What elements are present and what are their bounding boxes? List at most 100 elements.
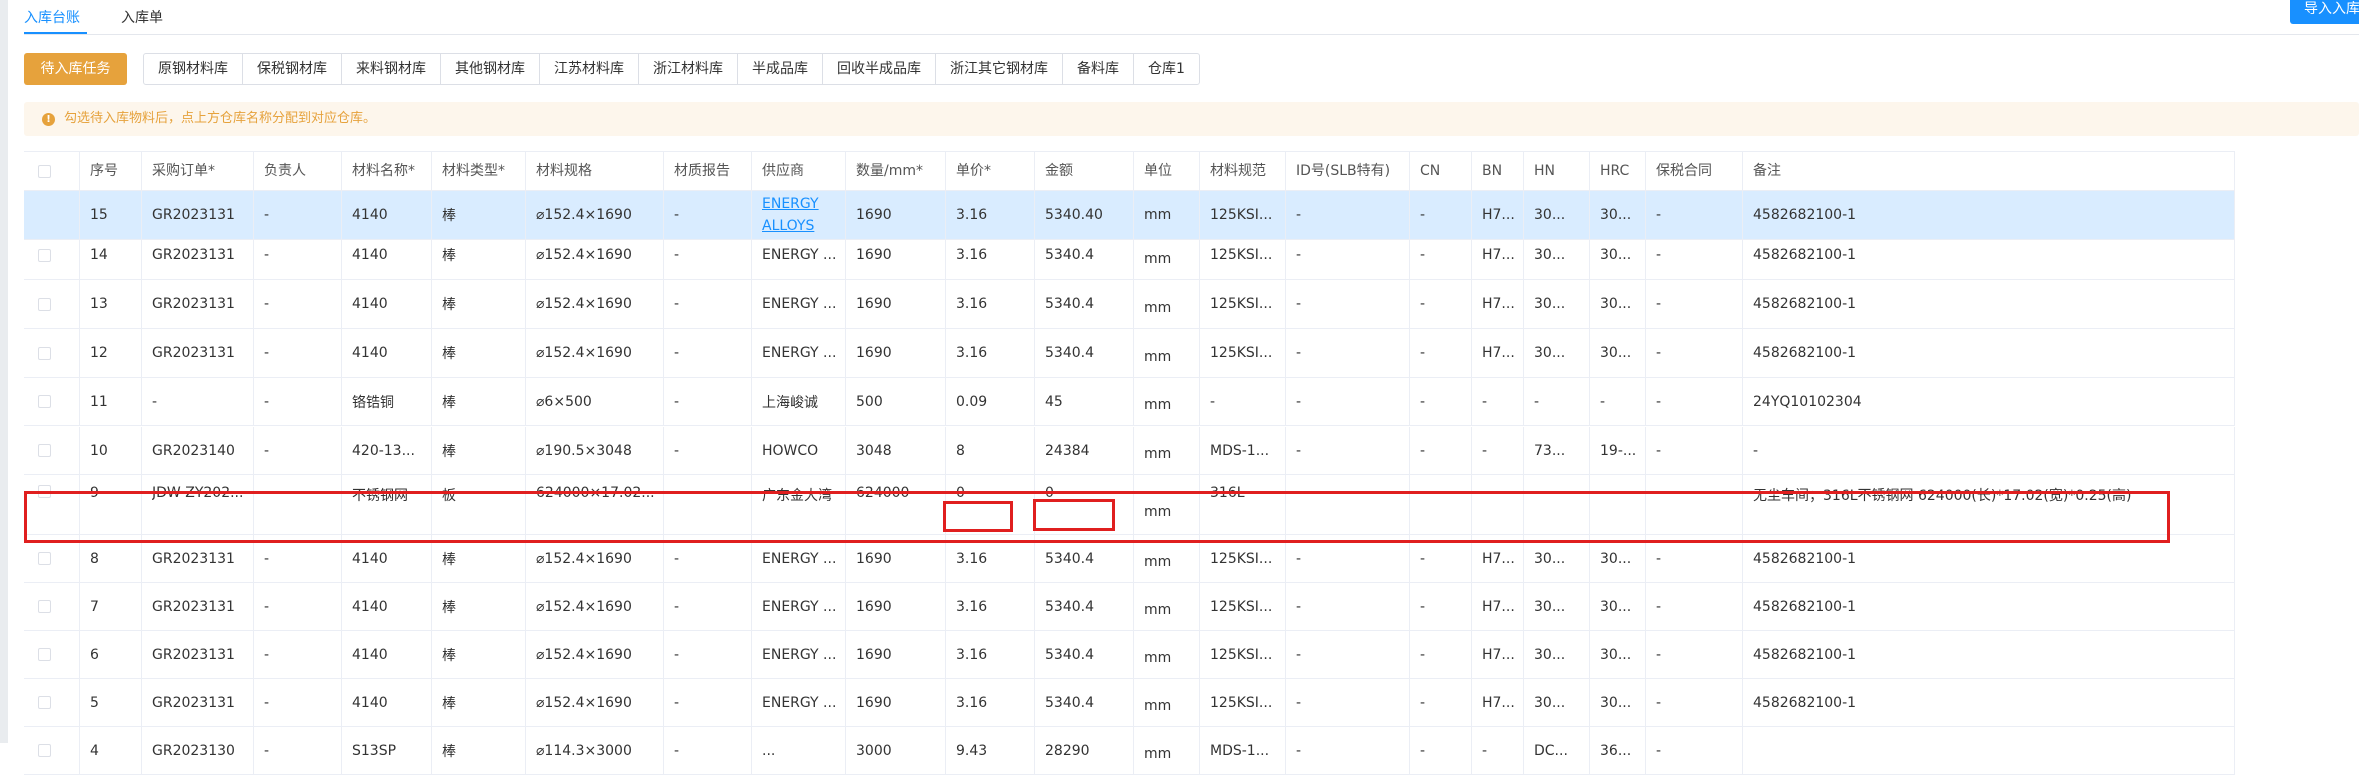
table-row[interactable]: 11 - - 铬锆铜 棒 ⌀6×500 - 上海峻诚 500 0.09 45 mm - - - - - - - 24Y… bbox=[24, 378, 2235, 426]
cell-text: 28290 bbox=[1045, 742, 1090, 759]
cell-text: mm bbox=[1144, 650, 1172, 666]
table-cell bbox=[1743, 727, 2235, 774]
table-row[interactable]: 10 GR2023140 - 420-13... 棒 ⌀190.5×3048 - HOWCO 3… bbox=[24, 427, 2235, 475]
table-row[interactable]: 13 GR2023131 - 4140 棒 ⌀152.4×1690 - ENERGY ... 1… bbox=[24, 280, 2235, 329]
row-checkbox[interactable] bbox=[38, 346, 51, 360]
cell-text: - bbox=[1482, 485, 1488, 501]
row-checkbox[interactable] bbox=[38, 552, 51, 565]
table-row[interactable]: 4 GR2023130 - S13SP 棒 ⌀114.3×3000 -... 3000 9.43… bbox=[24, 727, 2235, 775]
row-select-cell[interactable] bbox=[24, 475, 80, 534]
row-checkbox[interactable] bbox=[38, 248, 51, 262]
row-select-cell[interactable] bbox=[24, 727, 80, 774]
cell-text: - bbox=[674, 207, 680, 223]
cell-text: 1690 bbox=[856, 598, 892, 615]
row-checkbox[interactable] bbox=[38, 485, 51, 498]
warehouse-button[interactable]: 保税钢材库 bbox=[243, 54, 342, 84]
table-cell: 不锈钢网 bbox=[342, 475, 432, 534]
table-row[interactable]: 14 GR2023131 - 4140 棒 ⌀152.4×1690 - ENERGY ... 1… bbox=[24, 231, 2235, 280]
column-header: 采购订单* bbox=[142, 152, 254, 191]
row-select-cell[interactable] bbox=[24, 378, 80, 425]
table-cell: 1690 bbox=[846, 231, 946, 279]
column-header: HRC bbox=[1590, 152, 1646, 191]
row-checkbox[interactable] bbox=[38, 600, 51, 613]
cell-text: 125KSI... bbox=[1210, 646, 1273, 663]
row-select-cell[interactable] bbox=[24, 679, 80, 726]
cell-text: ⌀6×500 bbox=[536, 393, 592, 410]
warehouse-button[interactable]: 其他钢材库 bbox=[441, 54, 540, 84]
table-row[interactable]: 6 GR2023131 - 4140 棒 ⌀152.4×1690 - ENERGY ... 16… bbox=[24, 631, 2235, 679]
table-cell: 9.43 bbox=[946, 727, 1035, 774]
cell-text: 0 bbox=[1045, 485, 1054, 501]
cell-text: 30... bbox=[1600, 247, 1632, 263]
row-select-cell[interactable] bbox=[24, 329, 80, 377]
cell-text: 5340.4 bbox=[1045, 550, 1094, 567]
table-row[interactable]: 7 GR2023131 - 4140 棒 ⌀152.4×1690 - ENERGY ... 16… bbox=[24, 583, 2235, 631]
table-cell: 30... bbox=[1590, 280, 1646, 328]
cell-text: ENERGY ... bbox=[762, 345, 837, 361]
table-cell: GR2023140 bbox=[142, 427, 254, 474]
warehouse-button[interactable]: 来料钢材库 bbox=[342, 54, 441, 84]
row-checkbox[interactable] bbox=[38, 696, 51, 709]
table-cell: 棒 bbox=[432, 679, 526, 726]
cell-text: - bbox=[1656, 694, 1662, 711]
pending-inbound-tasks-button[interactable]: 待入库任务 bbox=[24, 53, 127, 85]
cell-text: - bbox=[264, 646, 270, 663]
table-cell: GR2023131 bbox=[142, 535, 254, 582]
row-select-cell[interactable] bbox=[24, 535, 80, 582]
row-select-cell[interactable] bbox=[24, 231, 80, 279]
row-checkbox[interactable] bbox=[38, 444, 51, 457]
warehouse-button[interactable]: 江苏材料库 bbox=[540, 54, 639, 84]
cell-text: ENERGY ... bbox=[762, 694, 837, 711]
tab-inbound-order[interactable]: 入库单 bbox=[121, 10, 163, 26]
cell-text: - bbox=[1420, 296, 1426, 312]
warehouse-button[interactable]: 半成品库 bbox=[738, 54, 823, 84]
cell-text: - bbox=[264, 485, 270, 501]
column-header: HN bbox=[1524, 152, 1590, 191]
row-select-cell[interactable] bbox=[24, 583, 80, 630]
cell-text: - bbox=[674, 296, 680, 312]
table-cell: - bbox=[664, 427, 752, 474]
row-checkbox[interactable] bbox=[38, 648, 51, 661]
warehouse-button[interactable]: 回收半成品库 bbox=[823, 54, 936, 84]
cell-text: 4140 bbox=[352, 646, 388, 663]
row-checkbox[interactable] bbox=[38, 395, 51, 408]
table-cell: - bbox=[1646, 583, 1743, 630]
row-select-cell[interactable] bbox=[24, 280, 80, 328]
select-all-checkbox[interactable] bbox=[38, 165, 51, 178]
table-row[interactable]: 5 GR2023131 - 4140 棒 ⌀152.4×1690 - ENERGY ... 16… bbox=[24, 679, 2235, 727]
cell-text: - bbox=[152, 393, 158, 410]
row-select-cell[interactable] bbox=[24, 427, 80, 474]
table-row[interactable]: 9 JDW-ZY202... - 不锈钢网 板 624000×17.02... - 广东金大湾… bbox=[24, 475, 2235, 535]
table-cell: - bbox=[254, 427, 342, 474]
warehouse-button[interactable]: 原钢材料库 bbox=[144, 54, 243, 84]
table-cell: 0.09 bbox=[946, 378, 1035, 425]
table-cell: 板 bbox=[432, 475, 526, 534]
cell-text: 棒 bbox=[442, 394, 456, 411]
cell-text: - bbox=[674, 247, 680, 263]
column-header: 序号 bbox=[80, 152, 142, 191]
table-cell: - bbox=[1410, 535, 1472, 582]
cell-text: mm bbox=[1144, 397, 1172, 413]
warehouse-button[interactable]: 仓库1 bbox=[1134, 54, 1199, 84]
row-checkbox[interactable] bbox=[38, 744, 51, 757]
cell-text: 4582682100-1 bbox=[1753, 550, 1857, 567]
tab-inbound-ledger[interactable]: 入库台账 bbox=[24, 10, 80, 26]
row-select-cell[interactable] bbox=[24, 631, 80, 678]
warehouse-button[interactable]: 浙江其它钢材库 bbox=[936, 54, 1063, 84]
table-cell: GR2023131 bbox=[142, 329, 254, 377]
table-row[interactable]: 8 GR2023131 - 4140 棒 ⌀152.4×1690 - ENERGY ... 16… bbox=[24, 535, 2235, 583]
cell-text: - bbox=[1296, 393, 1302, 410]
table-cell: mm bbox=[1134, 280, 1200, 328]
cell-text: 0.09 bbox=[956, 393, 988, 410]
warehouse-button[interactable]: 备料库 bbox=[1063, 54, 1134, 84]
row-checkbox[interactable] bbox=[38, 297, 51, 311]
table-cell: mm bbox=[1134, 583, 1200, 630]
table-row[interactable]: 12 GR2023131 - 4140 棒 ⌀152.4×1690 - ENERGY ... 1… bbox=[24, 329, 2235, 378]
cell-text: 4 bbox=[90, 742, 99, 759]
cell-text: 5340.4 bbox=[1045, 296, 1094, 312]
warehouse-button[interactable]: 浙江材料库 bbox=[639, 54, 738, 84]
import-inbound-button[interactable]: 导入入库 bbox=[2290, 0, 2359, 24]
cell-text: 125KSI... bbox=[1210, 694, 1273, 711]
cell-text: - bbox=[1656, 247, 1662, 263]
header-select-all[interactable] bbox=[24, 152, 80, 191]
